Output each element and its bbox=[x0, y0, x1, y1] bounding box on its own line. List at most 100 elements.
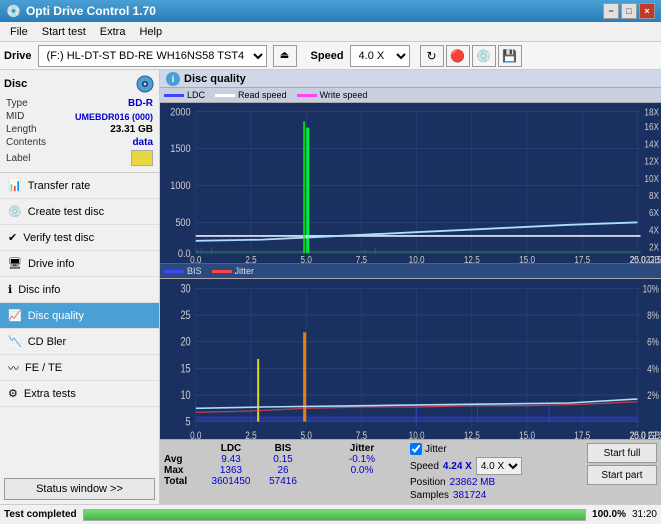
disc-quality-icon: 📈 bbox=[8, 309, 22, 322]
svg-text:4%: 4% bbox=[647, 363, 659, 375]
disc-length-label: Length bbox=[6, 124, 37, 135]
svg-text:14X: 14X bbox=[644, 139, 659, 150]
disc-section: Disc Type BD-R MID UMEBDR016 (000) bbox=[0, 70, 159, 173]
refresh-button[interactable]: ↻ bbox=[420, 45, 444, 67]
nav-disc-info[interactable]: ℹ Disc info bbox=[0, 277, 159, 303]
extra-tests-icon: ⚙ bbox=[8, 387, 18, 400]
total-label: Total bbox=[164, 476, 204, 487]
bottom-chart-svg: 30 25 20 15 10 5 10% 8% 6% 4% 2% bbox=[160, 279, 661, 439]
bis-label: BIS bbox=[187, 266, 202, 276]
disc-mid-label: MID bbox=[6, 111, 24, 122]
progress-percent: 100.0% bbox=[592, 509, 626, 520]
fe-te-icon: 〰 bbox=[8, 360, 19, 376]
disc-contents-value: data bbox=[132, 137, 153, 148]
legend-write-speed: Write speed bbox=[297, 90, 368, 100]
app-title: Opti Drive Control 1.70 bbox=[26, 4, 156, 18]
svg-text:18X: 18X bbox=[644, 107, 659, 118]
speed-dropdown[interactable]: 4.0 X bbox=[476, 457, 522, 475]
create-test-disc-icon: 💿 bbox=[8, 205, 22, 218]
menu-help[interactable]: Help bbox=[133, 24, 168, 40]
start-part-button[interactable]: Start part bbox=[587, 465, 657, 485]
jitter-check-label: Jitter bbox=[425, 444, 447, 455]
svg-text:7.5: 7.5 bbox=[356, 254, 367, 263]
drive-info-icon: 🖥 bbox=[8, 257, 22, 270]
start-buttons: Start full Start part bbox=[587, 443, 657, 485]
disc-header: Disc bbox=[4, 74, 155, 94]
speed-row: Speed 4.24 X 4.0 X bbox=[410, 457, 522, 475]
bis-color bbox=[164, 270, 184, 273]
nav-transfer-rate[interactable]: 📊 Transfer rate bbox=[0, 173, 159, 199]
speed-static-label: Speed bbox=[410, 461, 439, 472]
svg-text:12.5: 12.5 bbox=[464, 254, 480, 263]
nav-disc-quality-label: Disc quality bbox=[28, 310, 84, 322]
avg-jitter: -0.1% bbox=[332, 454, 392, 465]
jitter-checkbox[interactable] bbox=[410, 443, 422, 455]
nav-extra-tests[interactable]: ⚙ Extra tests bbox=[0, 381, 159, 407]
ldc-color bbox=[164, 94, 184, 97]
svg-text:2%: 2% bbox=[647, 390, 659, 402]
svg-text:8%: 8% bbox=[647, 310, 659, 322]
disc-label-icon[interactable] bbox=[131, 150, 153, 166]
drive-selector[interactable]: (F:) HL-DT-ST BD-RE WH16NS58 TST4 bbox=[38, 45, 267, 67]
disc-length-row: Length 23.31 GB bbox=[6, 124, 153, 135]
nav-disc-quality[interactable]: 📈 Disc quality bbox=[0, 303, 159, 329]
drive-label: Drive bbox=[4, 50, 32, 62]
status-window-button[interactable]: Status window >> bbox=[4, 478, 155, 500]
position-row: Position 23862 MB bbox=[410, 477, 522, 488]
chart-top: 2000 1500 1000 500 0.0 18X 16X 14X 12X 1… bbox=[160, 103, 661, 264]
avg-row: Avg 9.43 0.15 -0.1% bbox=[164, 454, 404, 465]
total-ldc: 3601450 bbox=[206, 476, 256, 487]
svg-text:10.0: 10.0 bbox=[409, 254, 425, 263]
disc-mid-row: MID UMEBDR016 (000) bbox=[6, 111, 153, 122]
samples-row: Samples 381724 bbox=[410, 490, 522, 501]
read-speed-color bbox=[215, 94, 235, 97]
left-panel: Disc Type BD-R MID UMEBDR016 (000) bbox=[0, 70, 160, 504]
burn-button[interactable]: 🔴 bbox=[446, 45, 470, 67]
svg-text:10%: 10% bbox=[643, 283, 660, 295]
avg-ldc: 9.43 bbox=[206, 454, 256, 465]
nav-drive-info[interactable]: 🖥 Drive info bbox=[0, 251, 159, 277]
svg-text:5.0: 5.0 bbox=[301, 254, 312, 263]
svg-text:17.5: 17.5 bbox=[574, 254, 590, 263]
verify-test-disc-icon: ✔ bbox=[8, 231, 17, 244]
disc-quality-title: Disc quality bbox=[184, 73, 246, 85]
menu-bar: File Start test Extra Help bbox=[0, 22, 661, 42]
disc-label-row: Label bbox=[6, 150, 153, 166]
svg-text:25: 25 bbox=[180, 309, 190, 322]
minimize-button[interactable]: − bbox=[603, 3, 619, 19]
chart-legend-top: LDC Read speed Write speed bbox=[160, 88, 661, 103]
nav-disc-info-label: Disc info bbox=[18, 284, 60, 296]
svg-text:500: 500 bbox=[175, 217, 191, 229]
speed-selector[interactable]: 4.0 X bbox=[350, 45, 410, 67]
nav-cd-bler[interactable]: 📉 CD Bler bbox=[0, 329, 159, 355]
svg-text:7.5: 7.5 bbox=[356, 430, 367, 439]
start-full-button[interactable]: Start full bbox=[587, 443, 657, 463]
disc-info-icon: ℹ bbox=[8, 283, 12, 296]
close-button[interactable]: × bbox=[639, 3, 655, 19]
nav-fe-te[interactable]: 〰 FE / TE bbox=[0, 355, 159, 381]
menu-extra[interactable]: Extra bbox=[94, 24, 132, 40]
svg-text:15: 15 bbox=[180, 362, 190, 375]
media-button[interactable]: 💿 bbox=[472, 45, 496, 67]
maximize-button[interactable]: □ bbox=[621, 3, 637, 19]
nav-create-test-disc[interactable]: 💿 Create test disc bbox=[0, 199, 159, 225]
menu-start-test[interactable]: Start test bbox=[36, 24, 92, 40]
title-bar-left: 💿 Opti Drive Control 1.70 bbox=[6, 4, 156, 18]
svg-text:16X: 16X bbox=[644, 121, 659, 132]
menu-file[interactable]: File bbox=[4, 24, 34, 40]
max-ldc: 1363 bbox=[206, 465, 256, 476]
svg-text:5: 5 bbox=[186, 416, 191, 429]
app-icon: 💿 bbox=[6, 4, 21, 18]
charts-container: 2000 1500 1000 500 0.0 18X 16X 14X 12X 1… bbox=[160, 103, 661, 439]
bis-col-header: BIS bbox=[258, 443, 308, 454]
progress-bar-container bbox=[83, 509, 586, 521]
legend-bis: BIS bbox=[164, 266, 202, 276]
max-label: Max bbox=[164, 465, 204, 476]
chart-bottom: 30 25 20 15 10 5 10% 8% 6% 4% 2% bbox=[160, 279, 661, 439]
max-bis: 26 bbox=[258, 465, 308, 476]
save-button[interactable]: 💾 bbox=[498, 45, 522, 67]
nav-verify-test-disc[interactable]: ✔ Verify test disc bbox=[0, 225, 159, 251]
read-speed-label: Read speed bbox=[238, 90, 287, 100]
svg-text:1000: 1000 bbox=[170, 180, 191, 192]
eject-button[interactable]: ⏏ bbox=[273, 45, 297, 67]
